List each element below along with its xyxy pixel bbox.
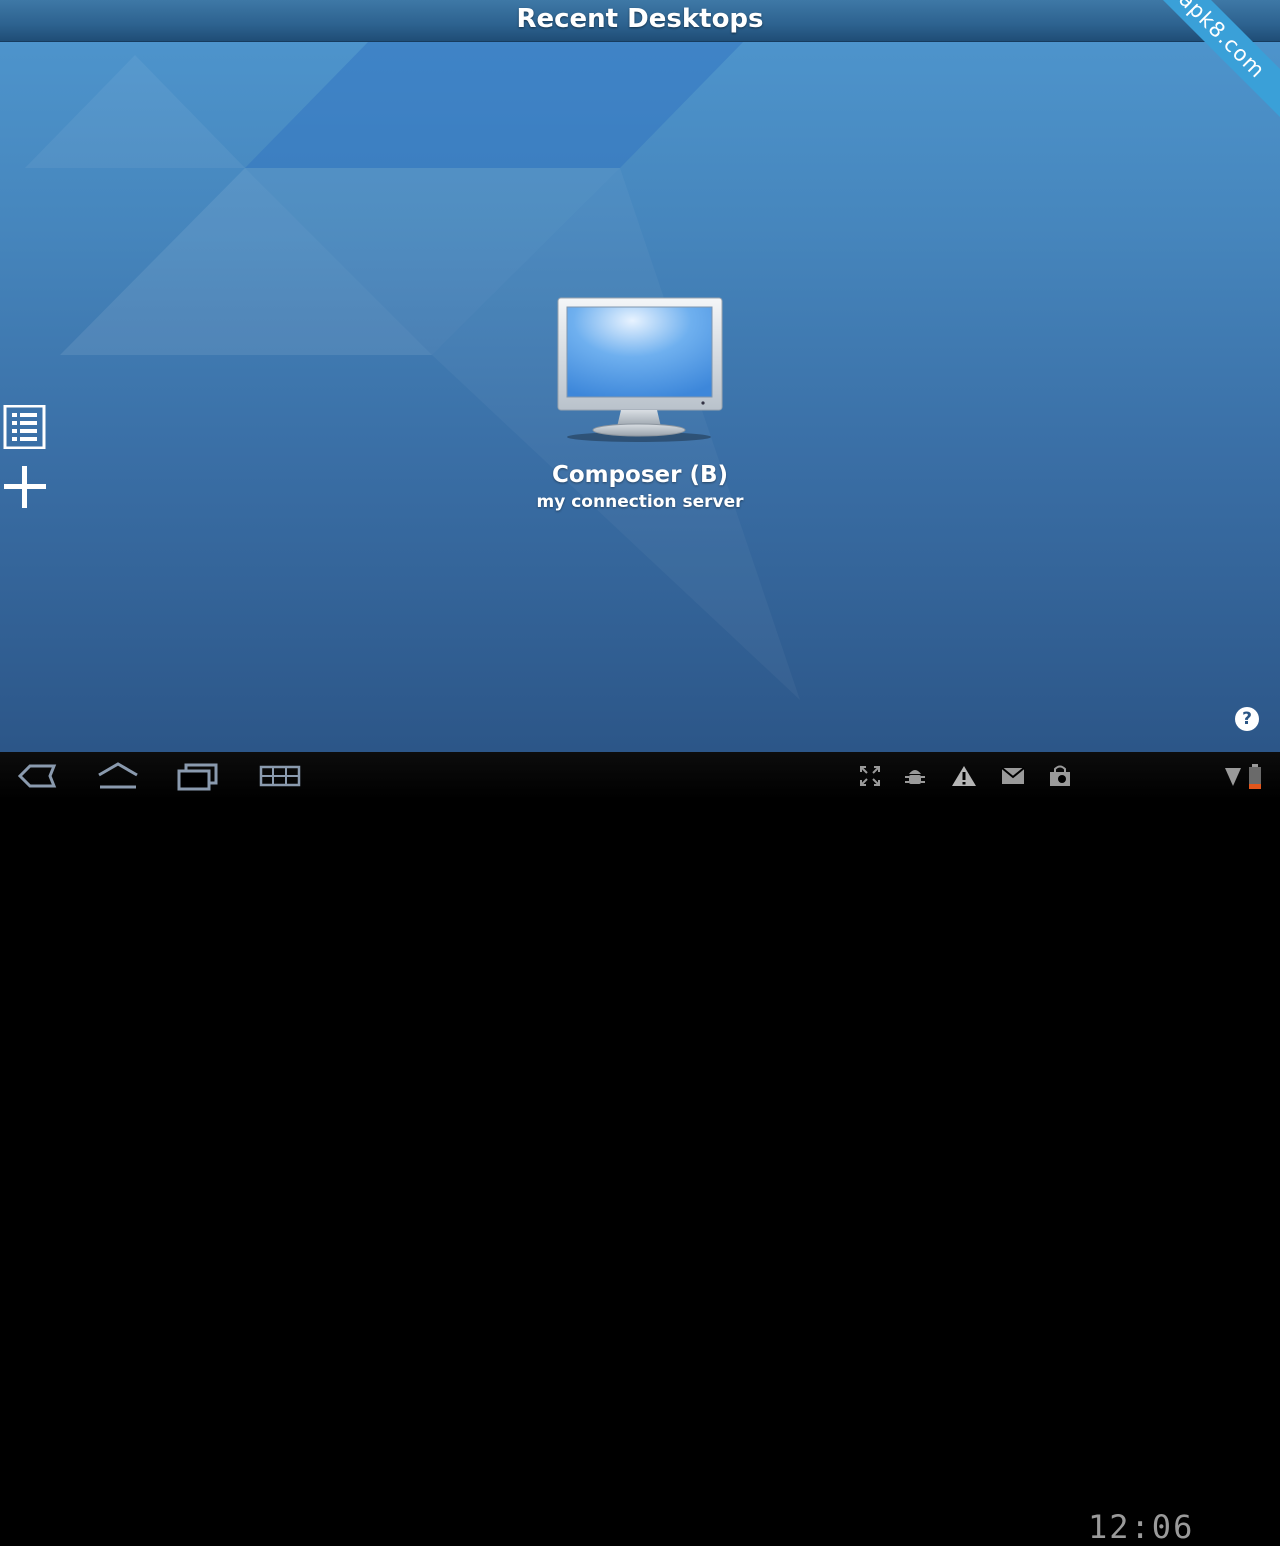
back-icon — [17, 764, 57, 788]
recent-apps-icon — [177, 763, 218, 791]
help-button[interactable]: ? — [1235, 707, 1259, 731]
wifi-icon — [1224, 764, 1242, 792]
app-screen: Recent Desktops apk8.com Composer (B) my… — [0, 0, 1280, 752]
back-button[interactable] — [16, 760, 58, 796]
title-bar: Recent Desktops — [0, 0, 1280, 42]
system-navigation-bar: 12:06 — [0, 752, 1280, 1546]
shopping-bag-icon — [1047, 764, 1073, 792]
add-desktop-button[interactable] — [3, 465, 47, 509]
home-button[interactable] — [96, 760, 140, 796]
list-icon — [3, 404, 46, 450]
warning-icon — [951, 764, 977, 792]
menu-grid-icon — [259, 765, 301, 787]
debug-icon — [903, 764, 927, 792]
desktop-name: Composer (B) — [551, 462, 729, 488]
recent-desktop-item[interactable]: Composer (B) my connection server — [520, 296, 760, 512]
page-title: Recent Desktops — [516, 4, 764, 34]
fullscreen-icon — [858, 764, 882, 792]
list-view-button[interactable] — [3, 404, 47, 450]
status-clock: 12:06 — [1088, 1508, 1195, 1546]
recent-apps-button[interactable] — [176, 760, 220, 796]
plus-icon — [4, 466, 46, 508]
home-icon — [98, 762, 138, 789]
monitor-icon — [557, 297, 723, 442]
mail-icon — [1000, 764, 1026, 792]
battery-icon — [1248, 764, 1262, 794]
menu-button[interactable] — [258, 760, 302, 796]
desktop-server: my connection server — [536, 492, 744, 512]
